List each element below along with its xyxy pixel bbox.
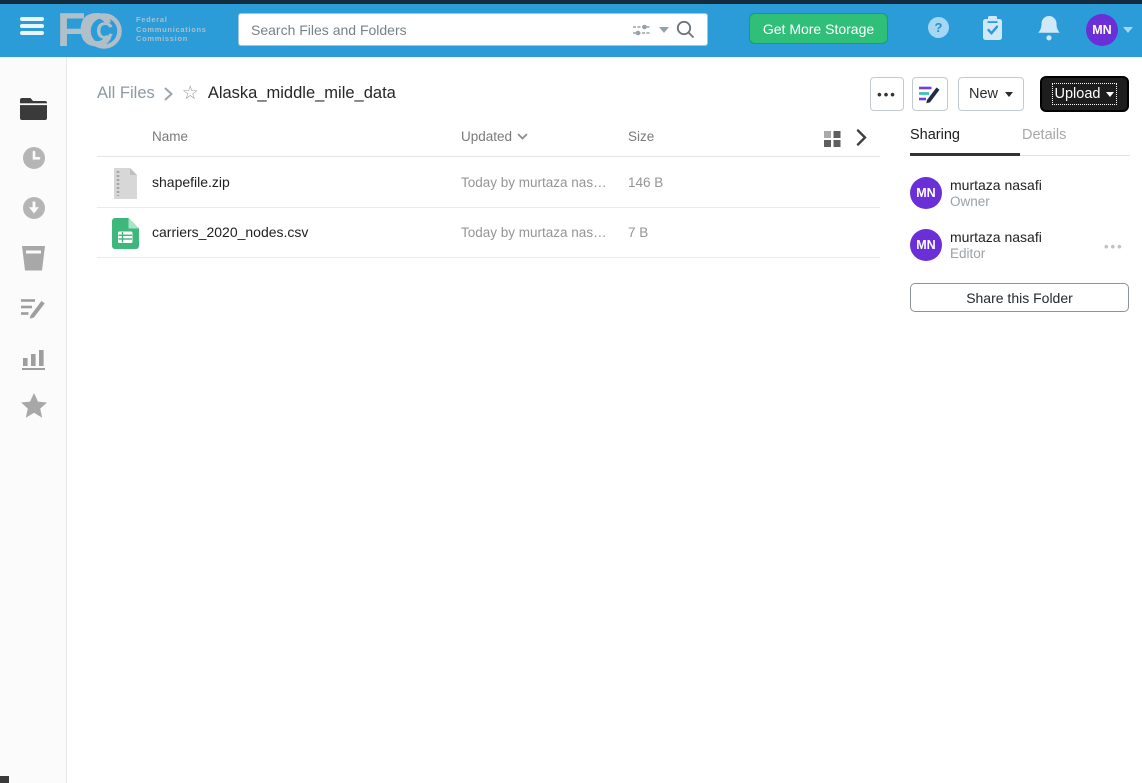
sidebar-item-sign[interactable] [0, 291, 67, 325]
account-caret-down-icon[interactable] [1123, 27, 1133, 33]
ellipsis-icon: ••• [877, 87, 897, 102]
sign-pencil-icon [21, 297, 46, 319]
zip-file-icon [113, 168, 138, 199]
breadcrumb-current-folder: Alaska_middle_mile_data [208, 84, 396, 103]
bar-chart-icon [22, 347, 46, 370]
star-icon [20, 393, 48, 420]
sidebar-item-favorites[interactable] [0, 389, 67, 423]
search-bar [238, 13, 708, 46]
file-name[interactable]: carriers_2020_nodes.csv [152, 224, 308, 240]
fcc-logo[interactable]: FC C [60, 8, 124, 54]
file-updated: Today by murtaza nas… [461, 175, 607, 190]
sidebar-item-reports[interactable] [0, 341, 67, 375]
active-tab-underline [910, 153, 1020, 156]
clipboard-icon[interactable] [982, 16, 1003, 41]
file-name[interactable]: shapefile.zip [152, 174, 230, 190]
file-row-carriers-csv[interactable]: carriers_2020_nodes.csv Today by murtaza… [97, 208, 880, 258]
breadcrumb-all-files[interactable]: All Files [97, 84, 155, 103]
tab-sharing[interactable]: Sharing [910, 127, 960, 143]
column-header-updated[interactable]: Updated [461, 129, 528, 144]
grid-view-icon[interactable] [824, 131, 841, 147]
collaborator-more-icon[interactable]: ••• [1104, 239, 1124, 254]
collaborator-avatar: MN [910, 177, 942, 209]
search-icon[interactable] [676, 20, 695, 39]
file-list-header: Name Updated Size [97, 120, 880, 157]
collaborator-avatar: MN [910, 229, 942, 261]
caret-down-icon[interactable] [659, 27, 669, 33]
get-more-storage-button[interactable]: Get More Storage [749, 13, 888, 44]
user-avatar[interactable]: MN [1086, 14, 1118, 46]
clock-icon [22, 146, 46, 170]
download-circle-icon [22, 196, 46, 220]
help-icon[interactable]: ? [928, 17, 949, 38]
new-button[interactable]: New [958, 77, 1024, 111]
tab-details[interactable]: Details [1022, 127, 1066, 143]
more-options-button[interactable]: ••• [870, 77, 904, 111]
caret-down-icon [1005, 92, 1013, 97]
filter-sliders-icon[interactable] [632, 23, 652, 37]
file-size: 146 B [628, 175, 663, 190]
search-input[interactable] [239, 22, 632, 38]
agency-name: Federal Communications Commission [136, 15, 207, 44]
star-outline-icon[interactable]: ☆ [182, 86, 199, 102]
app-window: FC C Federal Communications Commission [0, 0, 1142, 783]
file-size: 7 B [628, 225, 648, 240]
collapse-panel-chevron-icon[interactable] [856, 129, 867, 146]
collaborator-name: murtaza nasafi [950, 229, 1042, 245]
sidebar-item-recents[interactable] [0, 141, 67, 175]
csv-file-icon [112, 218, 139, 249]
file-updated: Today by murtaza nas… [461, 225, 607, 240]
column-header-size[interactable]: Size [628, 129, 654, 144]
collaborator-role: Editor [950, 246, 985, 261]
sort-caret-icon [517, 133, 528, 140]
hamburger-icon[interactable] [20, 17, 46, 43]
chevron-right-icon [164, 87, 173, 101]
breadcrumb: All Files ☆ Alaska_middle_mile_data [97, 84, 396, 103]
trash-icon [21, 245, 46, 271]
sign-pencil-icon [919, 84, 941, 104]
upload-button[interactable]: Upload [1040, 76, 1129, 112]
sidebar-item-trash[interactable] [0, 241, 67, 275]
collaborator-name: murtaza nasafi [950, 177, 1042, 193]
share-this-folder-button[interactable]: Share this Folder [910, 283, 1129, 312]
file-row-shapefile-zip[interactable]: shapefile.zip Today by murtaza nas… 146 … [97, 158, 880, 208]
collaborator-role: Owner [950, 194, 990, 209]
sidebar-item-downloads[interactable] [0, 191, 67, 225]
svg-text:C: C [96, 18, 113, 45]
window-corner-artifact [0, 776, 9, 783]
new-button-label: New [969, 86, 998, 102]
sidebar-item-all-files[interactable] [0, 91, 67, 125]
sign-button[interactable] [912, 77, 948, 111]
folder-icon [20, 97, 47, 120]
caret-down-icon [1106, 92, 1114, 97]
topbar: FC C Federal Communications Commission [0, 4, 1142, 57]
bell-icon[interactable] [1038, 16, 1060, 41]
left-sidebar [0, 57, 67, 783]
column-header-name[interactable]: Name [152, 129, 188, 144]
upload-button-label: Upload [1055, 86, 1101, 102]
